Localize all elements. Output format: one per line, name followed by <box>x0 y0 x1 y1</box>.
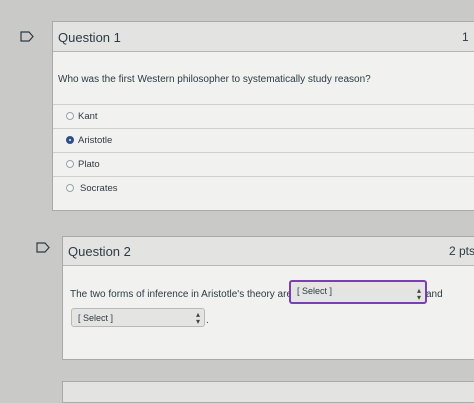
question-1-header: Question 1 1 <box>53 22 474 52</box>
option-aristotle[interactable]: Aristotle <box>53 129 474 151</box>
inference-form-select-1[interactable]: [ Select ] ▴ ▾ <box>289 280 427 304</box>
select-arrows-icon: ▴ ▾ <box>195 310 200 326</box>
question-1-prompt: Who was the first Western philosopher to… <box>58 74 371 85</box>
question-3-card-partial <box>62 381 474 403</box>
inference-form-select-2[interactable]: [ Select ] ▴ ▾ <box>71 308 205 327</box>
option-socrates[interactable]: Socrates <box>53 177 474 199</box>
question-2-points: 2 pts <box>449 244 474 258</box>
bookmark-flag-icon[interactable] <box>36 242 50 253</box>
option-aristotle-label: Aristotle <box>78 135 113 146</box>
question-1-points: 1 <box>462 30 469 44</box>
question-1-card: Question 1 1 Who was the first Western p… <box>52 21 474 211</box>
option-plato[interactable]: Plato <box>53 153 474 175</box>
question-2-prompt-after: . <box>206 315 209 326</box>
option-kant-radio[interactable] <box>66 112 74 120</box>
option-plato-label: Plato <box>78 159 100 170</box>
question-1-title: Question 1 <box>58 30 121 45</box>
select-2-value: [ Select ] <box>78 313 114 323</box>
option-kant[interactable]: Kant <box>53 105 474 127</box>
option-socrates-label: Socrates <box>80 183 118 194</box>
question-2-card: Question 2 2 pts The two forms of infere… <box>62 236 474 360</box>
question-2-title: Question 2 <box>68 244 131 259</box>
bookmark-flag-icon[interactable] <box>20 31 34 42</box>
option-kant-label: Kant <box>78 111 98 122</box>
option-socrates-radio[interactable] <box>66 184 74 192</box>
select-arrows-icon: ▴ ▾ <box>416 286 421 302</box>
question-2-header: Question 2 2 pts <box>63 237 474 266</box>
option-aristotle-radio[interactable] <box>66 136 74 144</box>
question-2-prompt-between: and <box>426 289 443 300</box>
select-1-value: [ Select ] <box>297 286 333 296</box>
option-plato-radio[interactable] <box>66 160 74 168</box>
question-2-prompt-before: The two forms of inference in Aristotle'… <box>70 289 293 300</box>
